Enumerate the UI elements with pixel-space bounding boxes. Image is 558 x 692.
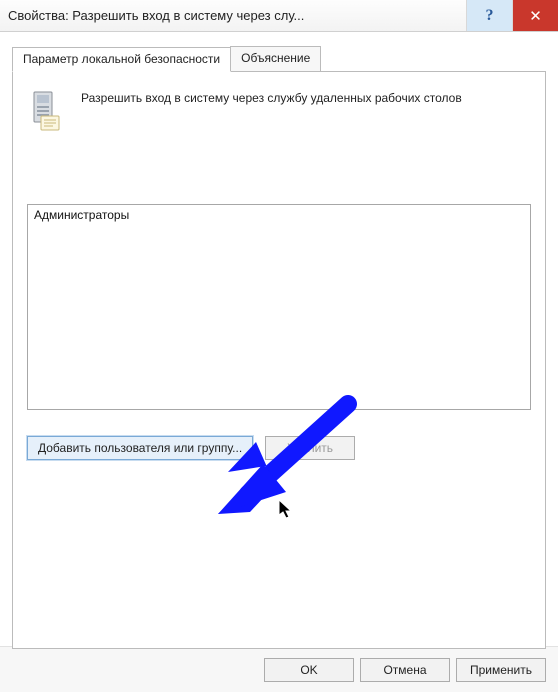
- titlebar: Свойства: Разрешить вход в систему через…: [0, 0, 558, 32]
- apply-button[interactable]: Применить: [456, 658, 546, 682]
- question-icon: ?: [486, 7, 494, 25]
- remove-button[interactable]: Удалить: [265, 436, 355, 460]
- server-policy-icon: [27, 90, 67, 134]
- close-button[interactable]: ✕: [512, 0, 558, 31]
- mouse-cursor-icon: [279, 500, 295, 523]
- list-item[interactable]: Администраторы: [34, 208, 524, 222]
- list-buttons: Добавить пользователя или группу... Удал…: [27, 436, 531, 460]
- policy-header: Разрешить вход в систему через службу уд…: [27, 90, 531, 134]
- annotation-arrow: [208, 394, 368, 527]
- titlebar-buttons: ? ✕: [466, 0, 558, 31]
- dialog-footer: OK Отмена Применить: [0, 646, 558, 692]
- users-listbox[interactable]: Администраторы: [27, 204, 531, 410]
- tab-explain[interactable]: Объяснение: [230, 46, 321, 71]
- policy-description: Разрешить вход в систему через службу уд…: [81, 90, 462, 134]
- ok-button[interactable]: OK: [264, 658, 354, 682]
- tab-panel: Разрешить вход в систему через службу уд…: [12, 71, 546, 649]
- dialog-body: Параметр локальной безопасности Объяснен…: [0, 32, 558, 646]
- tab-local-security[interactable]: Параметр локальной безопасности: [12, 47, 231, 72]
- cancel-button[interactable]: Отмена: [360, 658, 450, 682]
- close-icon: ✕: [529, 7, 542, 25]
- window-title: Свойства: Разрешить вход в систему через…: [8, 8, 466, 23]
- add-user-group-button[interactable]: Добавить пользователя или группу...: [27, 436, 253, 460]
- tabs: Параметр локальной безопасности Объяснен…: [12, 46, 546, 71]
- help-button[interactable]: ?: [466, 0, 512, 31]
